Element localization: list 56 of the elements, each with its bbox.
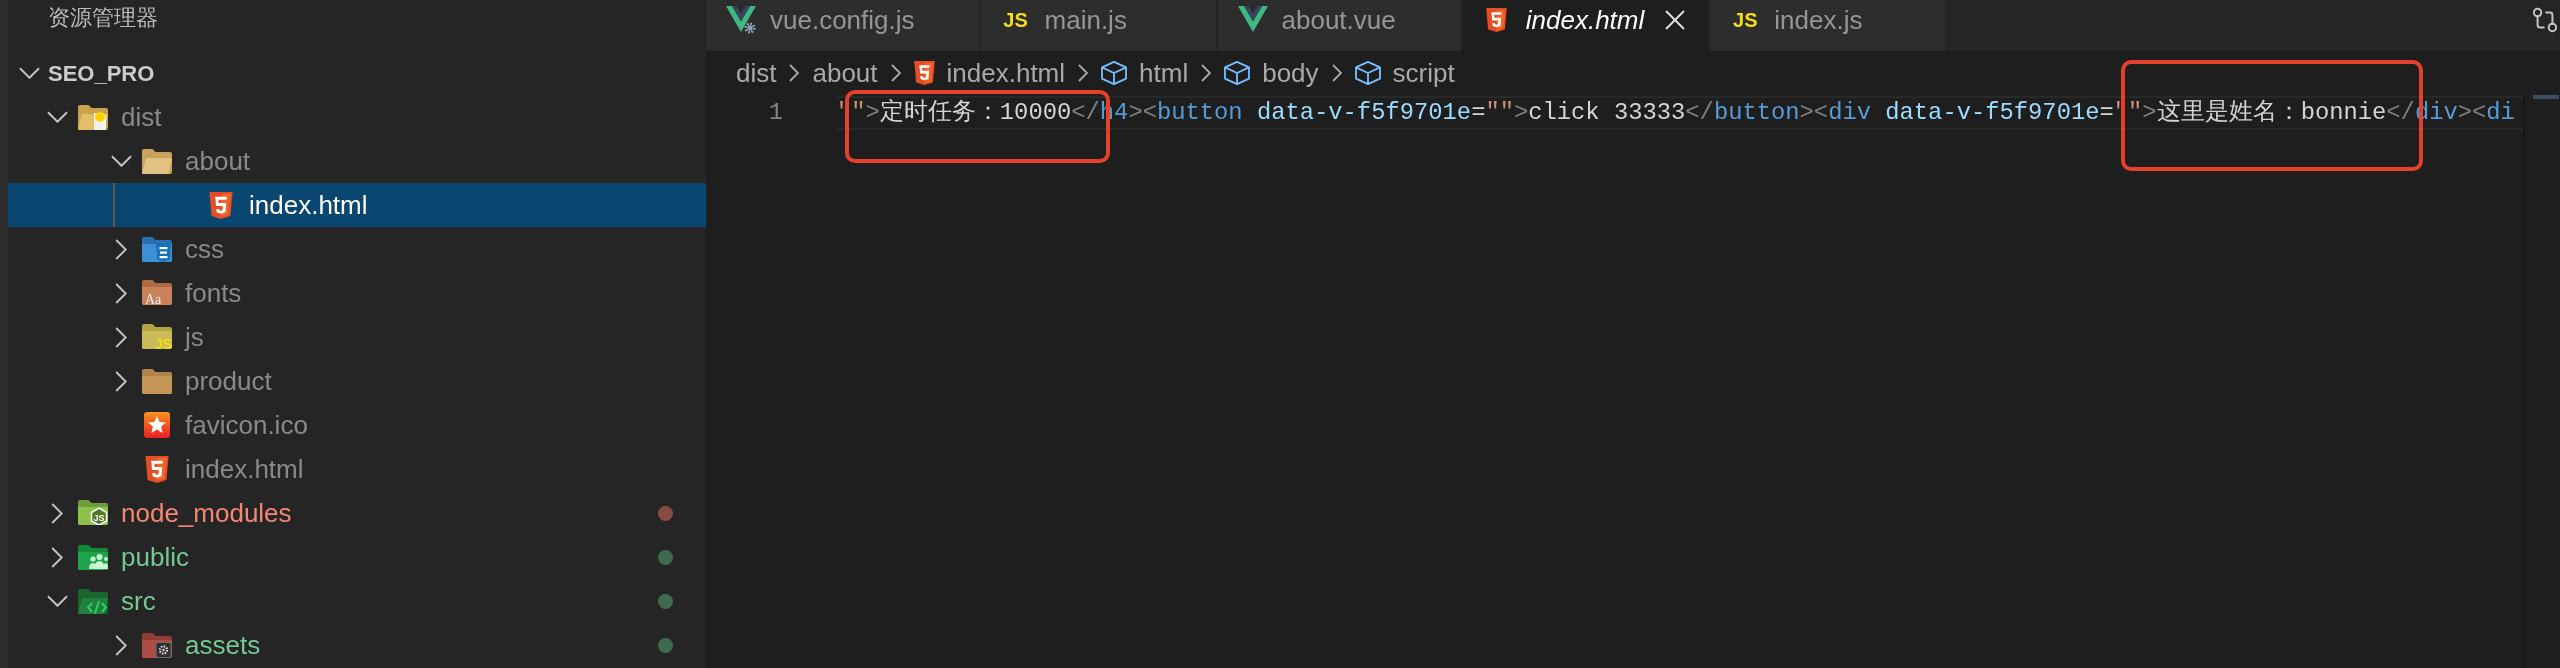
folder-gear-icon — [142, 632, 172, 658]
tab[interactable]: index.html — [1461, 0, 1711, 51]
chevron-right-icon — [789, 64, 800, 82]
js-icon: JS — [1003, 10, 1028, 30]
folder-letters-icon: Aa — [142, 279, 172, 307]
folder-page-icon — [78, 104, 108, 130]
breadcrumb-item[interactable]: index.html — [913, 58, 1066, 88]
tree-item[interactable]: index.html — [8, 183, 706, 227]
close-icon — [1665, 10, 1686, 30]
shield-icon — [209, 191, 233, 219]
tab[interactable]: JS index.js — [1710, 0, 1948, 51]
chevron-right-icon — [890, 64, 901, 82]
folder-shield-icon — [142, 236, 172, 262]
chevron-right-icon — [1201, 64, 1212, 82]
tree-item[interactable]: product — [8, 359, 706, 403]
tree-item[interactable]: dist — [8, 95, 706, 139]
shield-icon — [145, 455, 169, 483]
tree-item[interactable]: SEO_PRO — [8, 51, 706, 95]
compare-icon[interactable] — [2532, 7, 2558, 33]
sidebar-title: 资源管理器 — [48, 5, 158, 30]
tree-item[interactable]: index.html — [8, 447, 706, 491]
tab[interactable]: JS main.js — [980, 0, 1218, 51]
breadcrumb-item[interactable]: dist — [736, 58, 777, 88]
folder-code-icon — [78, 588, 108, 614]
tree-item[interactable]: Aa fonts — [8, 271, 706, 315]
cube-icon — [1101, 61, 1128, 85]
open-folder-icon — [142, 148, 172, 174]
tree-item[interactable]: JS js — [8, 315, 706, 359]
tree-item[interactable]: src — [8, 579, 706, 623]
folder-icon — [142, 368, 172, 394]
tree-item[interactable]: about — [8, 139, 706, 183]
breadcrumb-item[interactable]: script — [1354, 58, 1455, 88]
close-tab-button[interactable] — [1664, 9, 1687, 31]
tree-item[interactable]: favicon.ico — [8, 403, 706, 447]
v-icon — [1237, 6, 1268, 34]
folder-people-icon — [78, 544, 108, 570]
tree-item[interactable]: JS node_modules — [8, 491, 706, 535]
chevron-right-icon — [1331, 64, 1342, 82]
shield-icon — [1486, 8, 1508, 32]
line-number: 1 — [768, 98, 783, 128]
chevron-right-icon — [1078, 64, 1089, 82]
folder-hexagon-icon: JS — [78, 499, 108, 527]
breadcrumb-item[interactable]: html — [1101, 58, 1189, 88]
breadcrumb-item[interactable]: about — [812, 58, 878, 88]
cube-icon — [1224, 61, 1251, 85]
folder-letters-icon: JS — [142, 323, 172, 351]
tree-item[interactable]: public — [8, 535, 706, 579]
js-icon: JS — [1733, 10, 1758, 30]
tab[interactable]: about.vue — [1217, 0, 1462, 51]
breadcrumb-item[interactable]: body — [1224, 58, 1319, 88]
tab[interactable]: vue.config.js — [706, 0, 981, 51]
v-gear-icon — [726, 6, 756, 34]
shield-icon — [913, 61, 935, 85]
cube-icon — [1354, 61, 1381, 85]
tree-item[interactable]: css — [8, 227, 706, 271]
tree-item[interactable]: assets — [8, 623, 706, 667]
